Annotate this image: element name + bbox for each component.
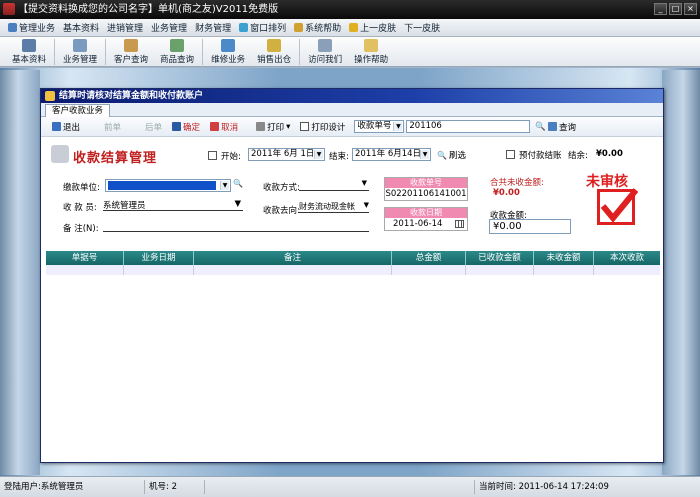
printer-icon	[256, 122, 266, 131]
close-button[interactable]: ×	[684, 3, 697, 15]
print-design-checkbox[interactable]	[300, 122, 310, 131]
sales-icon	[267, 39, 282, 52]
decorative-pillar-left	[0, 70, 40, 475]
tab-customer-receipt[interactable]: 客户收款业务	[45, 104, 111, 117]
decorative-pillar-right	[662, 70, 700, 475]
toolbar-help[interactable]: 操作帮助	[348, 37, 394, 65]
dialog-titlebar: 结算时请核对结算金额和收付款账户	[41, 89, 663, 103]
search-icon[interactable]: 🔍	[233, 179, 243, 188]
toolbar-business[interactable]: 业务管理	[57, 37, 103, 65]
menu-basic-info[interactable]: 基本资料	[59, 21, 103, 34]
table-body[interactable]	[46, 265, 660, 460]
app-titlebar: 【提交资料换成您的公司名字】单机(商之友)V2011免费版 _ □ ×	[0, 0, 700, 19]
method-select[interactable]: ▼	[299, 179, 369, 191]
toolbar-basic-info[interactable]: 基本资料	[6, 37, 52, 65]
status-machine: 机号: 2	[145, 480, 205, 494]
menu-next-skin[interactable]: 下一皮肤	[400, 21, 444, 34]
exit-button[interactable]: 退出	[47, 121, 85, 133]
table-row[interactable]	[46, 265, 660, 275]
people-icon	[22, 39, 36, 52]
maximize-button[interactable]: □	[669, 3, 682, 15]
dialog-toolbar: 退出 前单 后单 确定 取消 打印 ▾ 打印设计 收款单号 ▼ 201106 🔍 查询	[41, 117, 663, 137]
app-title: 【提交资料换成您的公司名字】单机(商之友)V2011免费版	[18, 4, 279, 15]
menu-prev-skin[interactable]: 上一皮肤	[345, 21, 400, 34]
date-filter-checkbox[interactable]	[208, 151, 217, 160]
cancel-button[interactable]: 取消	[205, 121, 243, 133]
skin-icon	[349, 23, 359, 32]
receipt-dialog: 结算时请核对结算金额和收付款账户 客户收款业务 退出 前单 后单 确定 取消 打…	[40, 88, 664, 463]
dialog-title: 结算时请核对结算金额和收付款账户	[59, 91, 204, 101]
unchecked-stamp	[597, 188, 638, 225]
menu-management[interactable]: 管理业务	[4, 21, 59, 34]
toolbar-product-query[interactable]: 商品查询	[154, 37, 200, 65]
check-icon	[172, 122, 182, 131]
checkmark-icon	[600, 188, 638, 223]
toolbar-repair[interactable]: 维修业务	[205, 37, 251, 65]
main-toolbar: 基本资料 业务管理 客户查询 商品查询 维修业务 销售出仓 访问我们 操作帮助	[0, 37, 700, 67]
search-input[interactable]: 201106	[406, 120, 531, 133]
refresh-button[interactable]: 🔍 刷选	[437, 149, 466, 162]
help-icon	[364, 39, 379, 52]
next-button[interactable]: 后单	[140, 121, 167, 133]
page-title: 收款结算管理	[73, 151, 158, 166]
collector-select[interactable]: 系统管理员 ▼	[103, 199, 243, 211]
status-empty	[205, 480, 475, 494]
monitor-icon	[73, 39, 88, 52]
minimize-button[interactable]: _	[654, 3, 667, 15]
toolbar-sales-out[interactable]: 销售出仓	[251, 37, 297, 65]
menu-purchase-sales[interactable]: 进销管理	[103, 21, 147, 34]
receipt-date-box[interactable]: 收款日期 2011-06-14	[384, 207, 468, 231]
note-input[interactable]	[103, 220, 369, 232]
confirm-button[interactable]: 确定	[167, 121, 205, 133]
globe-icon	[318, 39, 333, 52]
dialog-icon	[45, 91, 55, 101]
app-icon	[3, 3, 15, 15]
start-date-picker[interactable]: 2011年 6月 1日 ▼	[248, 148, 325, 161]
calendar-icon[interactable]	[455, 220, 464, 228]
search-field-select[interactable]: 收款单号 ▼	[354, 120, 405, 133]
amount-input[interactable]: ¥0.00	[489, 219, 571, 234]
prepay-checkbox[interactable]	[506, 150, 515, 159]
search-icon: 🔍	[437, 150, 447, 160]
window-icon	[239, 23, 249, 32]
status-user: 登陆用户:系统管理员	[0, 480, 145, 494]
menu-window-arrange[interactable]: 窗口排列	[235, 21, 290, 34]
print-button[interactable]: 打印 ▾	[251, 121, 295, 133]
help-icon	[294, 23, 304, 32]
prev-button[interactable]: 前单	[99, 121, 126, 133]
status-time: 当前时间: 2011-06-14 17:24:09	[479, 482, 609, 492]
menu-business[interactable]: 业务管理	[147, 21, 191, 34]
payer-select[interactable]: ▼	[105, 179, 231, 192]
product-icon	[170, 39, 185, 52]
gear-icon	[8, 23, 17, 32]
customer-icon	[124, 39, 139, 52]
toolbar-customer-query[interactable]: 客户查询	[108, 37, 154, 65]
print-design-button[interactable]: 打印设计	[295, 121, 350, 133]
status-bar: 登陆用户:系统管理员 机号: 2 当前时间: 2011-06-14 17:24:…	[0, 476, 700, 497]
menu-help[interactable]: 系统帮助	[290, 21, 345, 34]
search-button[interactable]: 🔍 查询	[530, 121, 581, 133]
query-icon	[547, 122, 557, 131]
table-header: 单据号 业务日期 备注 总金额 已收款金额 未收金额 本次收款	[46, 251, 660, 265]
tab-strip: 客户收款业务	[41, 103, 663, 117]
settlement-icon	[51, 145, 69, 163]
receipt-no: S02201106141001	[385, 189, 467, 199]
search-icon: 🔍	[535, 121, 546, 132]
flow-select[interactable]: 财务流动现金帐 ▼	[299, 201, 369, 213]
exit-icon	[52, 122, 61, 131]
menu-bar: 管理业务 基本资料 进销管理 业务管理 财务管理 窗口排列 系统帮助 上一皮肤 …	[0, 19, 700, 37]
menu-finance[interactable]: 财务管理	[191, 21, 235, 34]
toolbar-visit-us[interactable]: 访问我们	[302, 37, 348, 65]
repair-icon	[221, 39, 236, 52]
undo-icon	[210, 122, 220, 131]
receipt-no-box: 收款单号 S02201106141001	[384, 177, 468, 201]
end-date-picker[interactable]: 2011年 6月14日 ▼	[352, 148, 431, 161]
